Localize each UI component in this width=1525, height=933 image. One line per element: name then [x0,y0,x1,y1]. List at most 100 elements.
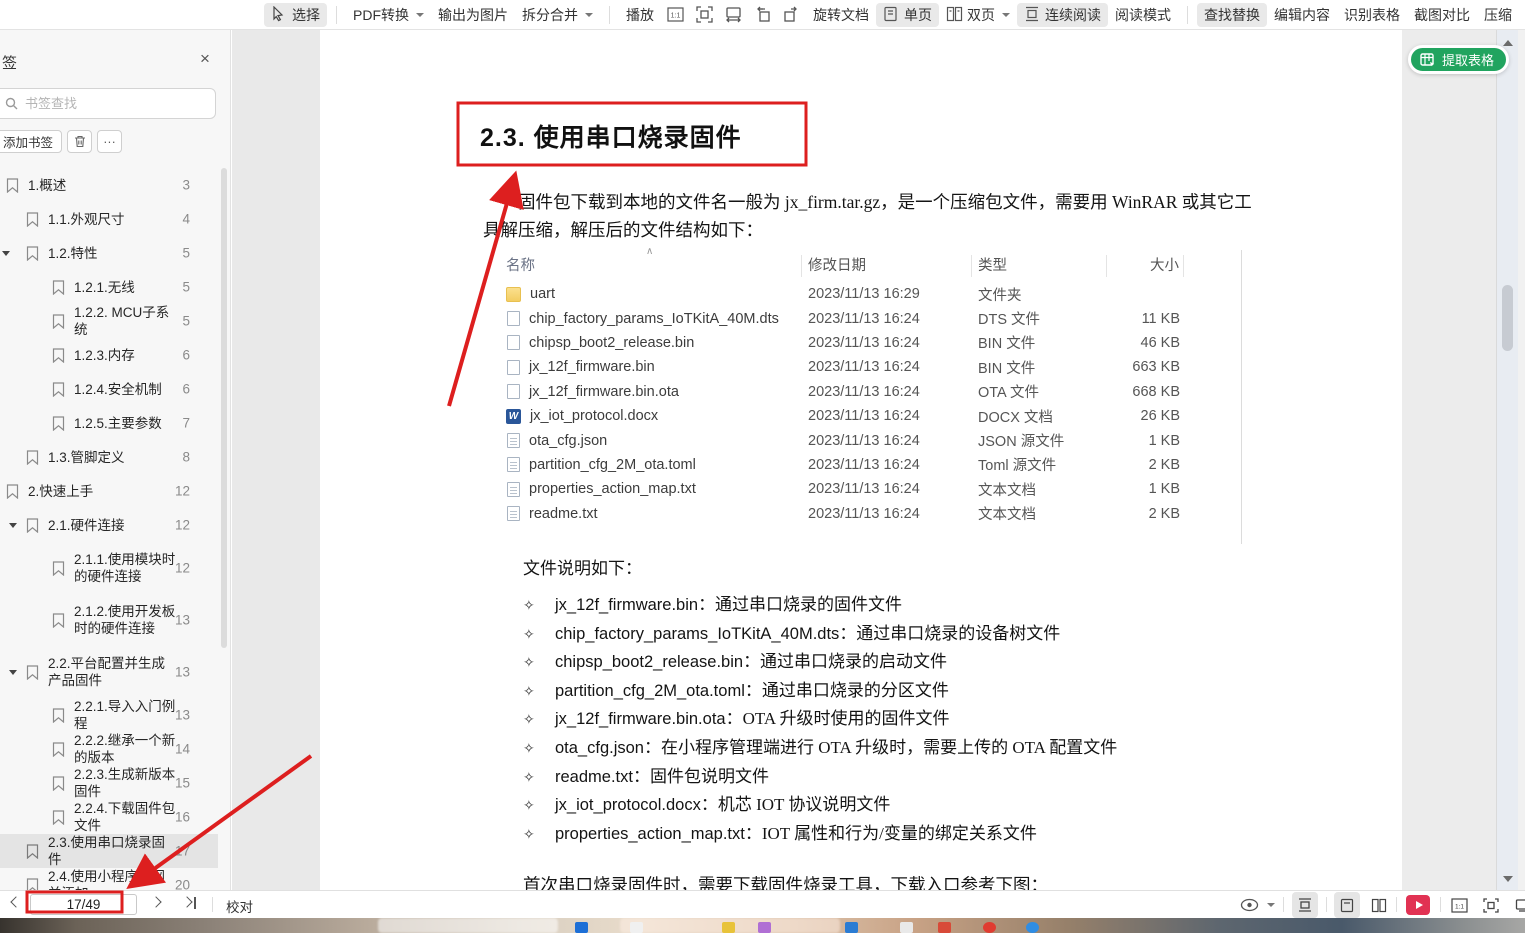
fit-width-button[interactable] [719,3,748,27]
add-bookmark-button[interactable]: 添加书签 [0,130,62,153]
diamond-bullet-icon: ✧ [523,627,555,644]
diamond-bullet-icon: ✧ [523,798,555,815]
diamond-bullet-icon: ✧ [523,712,555,729]
chevron-down-icon [416,13,424,17]
fit-width-icon [1515,898,1525,913]
fit-page-icon [1483,898,1499,913]
proofread-button[interactable]: 校对 [226,896,253,916]
file-listing-screenshot: ∧ 名称 修改日期 类型 大小 uart2023/11/13 16:29文件夹 … [500,250,1242,544]
taskbar-icon[interactable] [575,922,588,933]
close-icon[interactable]: × [196,50,214,68]
single-page-button[interactable]: 单页 [876,3,939,27]
scroll-down-icon[interactable] [1503,876,1513,882]
detect-table-button[interactable]: 识别表格 [1337,3,1407,27]
bookmark-item[interactable]: 2.1.硬件连接12 [0,508,218,542]
bookmark-item[interactable]: 2.2.平台配置并生成产品固件13 [0,646,218,698]
bookmark-icon [26,212,39,227]
sidebar-scrollbar-thumb[interactable] [221,168,227,648]
bookmark-item[interactable]: 2.2.2.继承一个新的版本14 [0,732,218,766]
delete-bookmark-button[interactable] [67,130,92,153]
bookmark-search-box[interactable] [0,88,216,119]
actual-size-button[interactable]: 1:1 [661,3,690,27]
prev-page-icon[interactable] [10,896,21,907]
collapse-arrow-icon[interactable] [9,523,17,528]
taskbar-icon[interactable] [630,922,643,933]
select-tool-button[interactable]: 选择 [264,3,327,27]
next-page-icon[interactable] [150,896,161,907]
bookmark-icon [26,665,39,680]
bookmark-item[interactable]: 1.3.管脚定义8 [0,440,218,474]
eye-icon [1240,898,1259,912]
single-page-view-button[interactable] [1334,892,1360,918]
play-button[interactable]: 播放 [619,3,661,27]
continuous-scroll-icon [1024,6,1041,23]
play-presentation-button[interactable] [1406,895,1430,915]
bookmark-icon [52,561,65,576]
taskbar-icon[interactable] [983,922,996,933]
bookmark-item[interactable]: 1.2.1.无线5 [0,270,218,304]
bookmark-item[interactable]: 1.1.外观尺寸4 [0,202,218,236]
main-scrollbar[interactable] [1496,30,1518,890]
single-page-icon [1340,898,1354,913]
split-merge-button[interactable]: 拆分合并 [515,3,600,27]
rotate-doc-button[interactable]: 旋转文档 [806,3,876,27]
bookmark-search-input[interactable] [25,96,175,111]
bookmark-item[interactable]: 1.2.4.安全机制6 [0,372,218,406]
bookmark-item[interactable]: 1.2.2. MCU子系统5 [0,304,218,338]
bookmark-item[interactable]: 2.1.2.使用开发板时的硬件连接13 [0,594,218,646]
single-page-icon [883,6,900,23]
bookmark-item[interactable]: 2.2.1.导入入门例程13 [0,698,218,732]
taskbar-icon[interactable] [845,922,858,933]
fit-screen-button[interactable] [1478,892,1504,918]
two-page-view-button[interactable] [1366,892,1392,918]
file-row: chipsp_boot2_release.bin2023/11/13 16:24… [500,331,1241,355]
bookmark-item-selected[interactable]: 2.3.使用串口烧录固件17 [0,834,218,868]
actual-size-button[interactable]: 1:1 [1446,892,1472,918]
taskbar-icon[interactable] [938,922,951,933]
double-page-button[interactable]: 双页 [939,3,1017,27]
scroll-up-icon[interactable] [1503,40,1513,46]
bookmark-item[interactable]: 2.1.1.使用模块时的硬件连接12 [0,542,218,594]
word-translate-button[interactable]: A 划词翻译 [1519,3,1525,27]
list-item: ✧jx_12f_firmware.bin.ota：OTA 升级时使用的固件文件 [523,704,1323,733]
taskbar-icon[interactable] [758,922,771,933]
screenshot-compare-button[interactable]: 截图对比 [1407,3,1477,27]
taskbar-icon[interactable] [1026,922,1039,933]
more-options-button[interactable]: ··· [97,130,122,153]
rotate-right-button[interactable] [777,3,806,27]
table-icon [1420,53,1436,67]
bookmark-item[interactable]: 1.2.5.主要参数7 [0,406,218,440]
read-mode-button[interactable]: 阅读模式 [1108,3,1178,27]
bookmark-item[interactable]: 1.2.特性5 [0,236,218,270]
bookmark-item[interactable]: 2.快速上手12 [0,474,218,508]
bookmark-item[interactable]: 2.2.3.生成新版本固件15 [0,766,218,800]
last-page-icon[interactable] [181,896,192,907]
one-to-one-icon: 1:1 [667,6,684,23]
bookmark-item[interactable]: 1.2.3.内存6 [0,338,218,372]
bookmark-icon [6,178,19,193]
collapse-arrow-icon[interactable] [2,251,10,256]
rotate-left-button[interactable] [748,3,777,27]
scrollbar-thumb[interactable] [1502,285,1513,351]
page-number-input[interactable]: 17/49 [30,894,137,915]
bookmark-item[interactable]: 2.2.4.下载固件包文件16 [0,800,218,834]
cursor-icon [271,6,288,23]
collapse-arrow-icon[interactable] [9,670,17,675]
fit-page-button[interactable] [690,3,719,27]
chevron-down-icon[interactable] [1267,903,1275,907]
bookmark-item[interactable]: 2.4.使用小程序配网并添加20 [0,868,218,890]
edit-content-button[interactable]: 编辑内容 [1267,3,1337,27]
extract-table-button[interactable]: 提取表格 [1408,45,1509,74]
compress-button[interactable]: 压缩 [1477,3,1519,27]
continuous-view-button[interactable] [1292,892,1318,918]
export-image-button[interactable]: 输出为图片 [431,3,515,27]
fit-width-button[interactable] [1510,892,1525,918]
file-row: properties_action_map.txt2023/11/13 16:2… [500,477,1241,501]
taskbar-icon[interactable] [722,922,735,933]
view-options-button[interactable] [1236,892,1262,918]
taskbar-icon[interactable] [900,922,913,933]
bookmark-item[interactable]: 1.概述3 [0,168,218,202]
continuous-read-button[interactable]: 连续阅读 [1017,3,1108,27]
pdf-convert-button[interactable]: PDF转换 [346,3,431,27]
find-replace-button[interactable]: 查找替换 [1197,3,1267,27]
